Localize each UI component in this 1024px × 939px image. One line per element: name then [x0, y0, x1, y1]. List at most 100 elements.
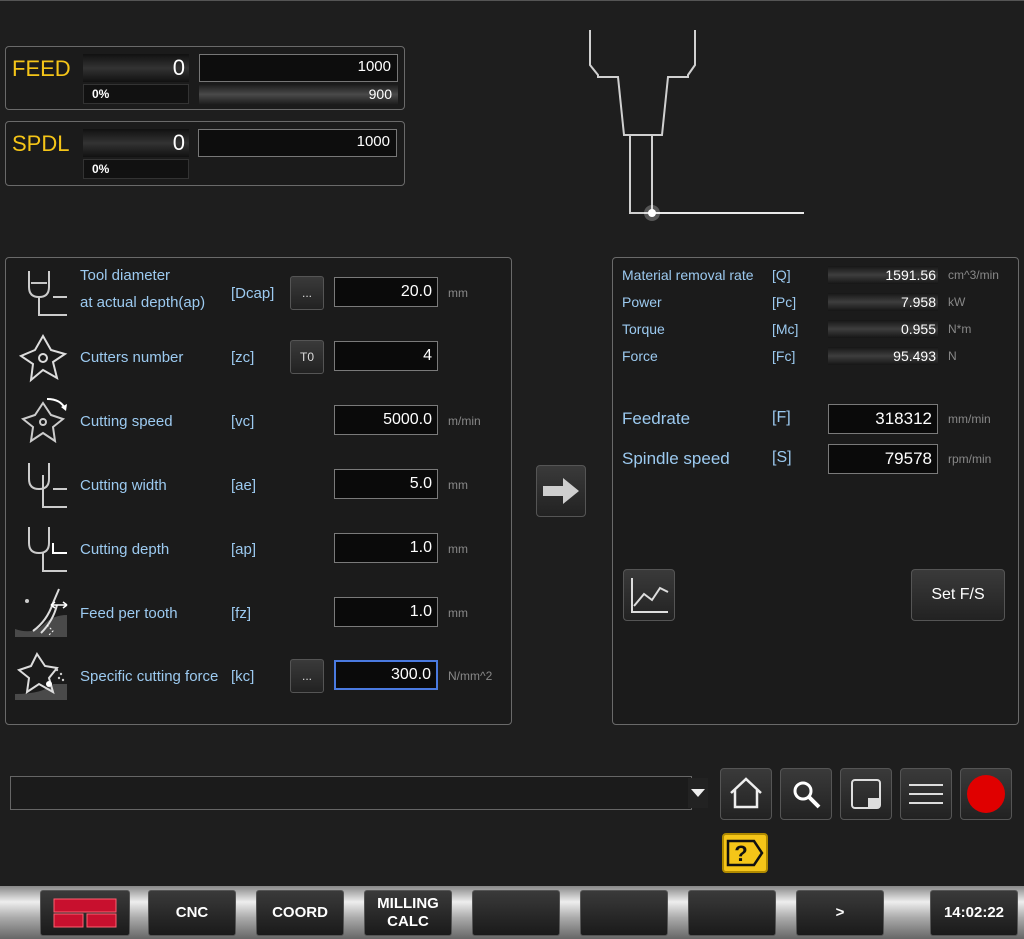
cutting-speed-icon: [20, 398, 67, 444]
tool-diameter-symbol: [Dcap]: [231, 285, 275, 302]
command-input[interactable]: [10, 776, 692, 810]
chart-icon: [631, 578, 669, 613]
softkey-empty-3[interactable]: [688, 890, 776, 936]
specific-cutting-force-label: Specific cutting force: [80, 668, 219, 685]
spindle-percent: 0%: [83, 159, 189, 179]
specific-cutting-force-input[interactable]: 300.0: [334, 660, 438, 690]
cutting-width-label: Cutting width: [80, 477, 167, 494]
spindle-speed-symbol: [S]: [772, 449, 792, 466]
cutters-icon: [18, 333, 68, 383]
cutting-speed-unit: m/min: [448, 414, 481, 428]
set-fs-button[interactable]: Set F/S: [911, 569, 1005, 621]
softkey-brand[interactable]: [40, 890, 130, 936]
feed-value: 0: [83, 54, 189, 82]
feed-override: 900: [199, 84, 398, 105]
spindle-label: SPDL: [12, 131, 70, 156]
mrr-value: 1591.56: [828, 266, 938, 284]
spindle-gauge: SPDL 0 0% 1000: [5, 121, 405, 186]
feed-gauge: FEED 0 0% 1000 900: [5, 46, 405, 110]
arrow-right-icon: [543, 478, 579, 504]
top-border: [0, 0, 1024, 1]
home-icon: [730, 777, 762, 809]
cutting-force-lookup-button[interactable]: ...: [290, 659, 324, 693]
search-button[interactable]: [780, 768, 832, 820]
red-circle-icon: [967, 775, 1005, 813]
cutting-speed-label: Cutting speed: [80, 413, 173, 430]
home-button[interactable]: [720, 768, 772, 820]
tool-diameter-lookup-button[interactable]: ...: [290, 276, 324, 310]
chevron-down-icon: [691, 789, 705, 797]
cutters-number-symbol: [zc]: [231, 349, 255, 366]
spindle-value: 0: [83, 129, 189, 157]
specific-cutting-force-symbol: [kc]: [231, 668, 255, 685]
mrr-unit: cm^3/min: [948, 268, 999, 282]
tool-diameter-input[interactable]: 20.0: [334, 277, 438, 307]
cutting-speed-input[interactable]: 5000.0: [334, 405, 438, 435]
feedrate-symbol: [F]: [772, 409, 791, 426]
softkey-empty-1[interactable]: [472, 890, 560, 936]
tool-graphic: [589, 30, 804, 221]
feed-per-tooth-label: Feed per tooth: [80, 605, 178, 622]
softkey-cnc[interactable]: CNC: [148, 890, 236, 936]
cutting-depth-icon: [28, 527, 67, 572]
specific-cutting-force-icon: [15, 652, 67, 700]
clock: 14:02:22: [930, 890, 1018, 936]
feedrate-unit: mm/min: [948, 412, 991, 426]
softkey-milling-label-1: MILLING: [377, 895, 439, 912]
specific-cutting-force-unit: N/mm^2: [448, 669, 493, 683]
power-value: 7.958: [828, 293, 938, 311]
feed-percent: 0%: [83, 84, 189, 104]
force-unit: N: [948, 349, 957, 363]
cutting-depth-label: Cutting depth: [80, 541, 170, 558]
graph-button[interactable]: [623, 569, 675, 621]
cutting-depth-symbol: [ap]: [231, 541, 257, 558]
power-label: Power: [622, 294, 662, 310]
cutters-number-input[interactable]: 4: [334, 341, 438, 371]
softkey-milling-calc[interactable]: MILLING CALC: [364, 890, 452, 936]
tool-diameter-label-2: at actual depth(ap): [80, 294, 206, 311]
feedrate-output: 318312: [828, 404, 938, 434]
brand-logo-icon: [53, 898, 117, 928]
power-symbol: [Pc]: [772, 294, 797, 310]
torque-symbol: [Mc]: [772, 321, 799, 337]
softkey-next[interactable]: >: [796, 890, 884, 936]
cutting-depth-input[interactable]: 1.0: [334, 533, 438, 563]
spindle-speed-unit: rpm/min: [948, 452, 992, 466]
torque-unit: N*m: [948, 322, 972, 336]
mrr-label: Material removal rate: [622, 267, 754, 283]
svg-text:?: ?: [734, 841, 747, 866]
cutters-number-label: Cutters number: [80, 349, 184, 366]
feed-per-tooth-symbol: [fz]: [231, 605, 252, 622]
menu-button[interactable]: [900, 768, 952, 820]
search-icon: [793, 781, 821, 809]
stop-button[interactable]: [960, 768, 1012, 820]
force-label: Force: [622, 348, 658, 364]
spindle-speed-label: Spindle speed: [622, 449, 730, 468]
spindle-max: 1000: [198, 129, 397, 157]
spindle-speed-output: 79578: [828, 444, 938, 474]
force-value: 95.493: [828, 347, 938, 365]
tool-diameter-icon: [28, 271, 67, 316]
dropdown-button[interactable]: [688, 778, 708, 808]
tool-diameter-unit: mm: [448, 286, 468, 300]
feed-per-tooth-input[interactable]: 1.0: [334, 597, 438, 627]
feedrate-label: Feedrate: [622, 409, 691, 428]
softkey-empty-2[interactable]: [580, 890, 668, 936]
force-symbol: [Fc]: [772, 348, 796, 364]
mrr-symbol: [Q]: [772, 267, 791, 283]
softkey-coord[interactable]: COORD: [256, 890, 344, 936]
softkey-milling-label-2: CALC: [387, 913, 429, 930]
torque-label: Torque: [622, 321, 665, 337]
cutting-width-input[interactable]: 5.0: [334, 469, 438, 499]
cutting-speed-symbol: [vc]: [231, 413, 255, 430]
feed-label: FEED: [12, 56, 71, 81]
calculate-button[interactable]: [536, 465, 586, 517]
help-button[interactable]: ?: [722, 833, 768, 873]
window-icon: [851, 779, 881, 809]
menu-icon: [909, 784, 943, 804]
window-button[interactable]: [840, 768, 892, 820]
help-icon: ?: [726, 839, 764, 867]
cutting-width-icon: [28, 463, 67, 508]
cutting-depth-unit: mm: [448, 542, 468, 556]
tool-select-button[interactable]: T0: [290, 340, 324, 374]
